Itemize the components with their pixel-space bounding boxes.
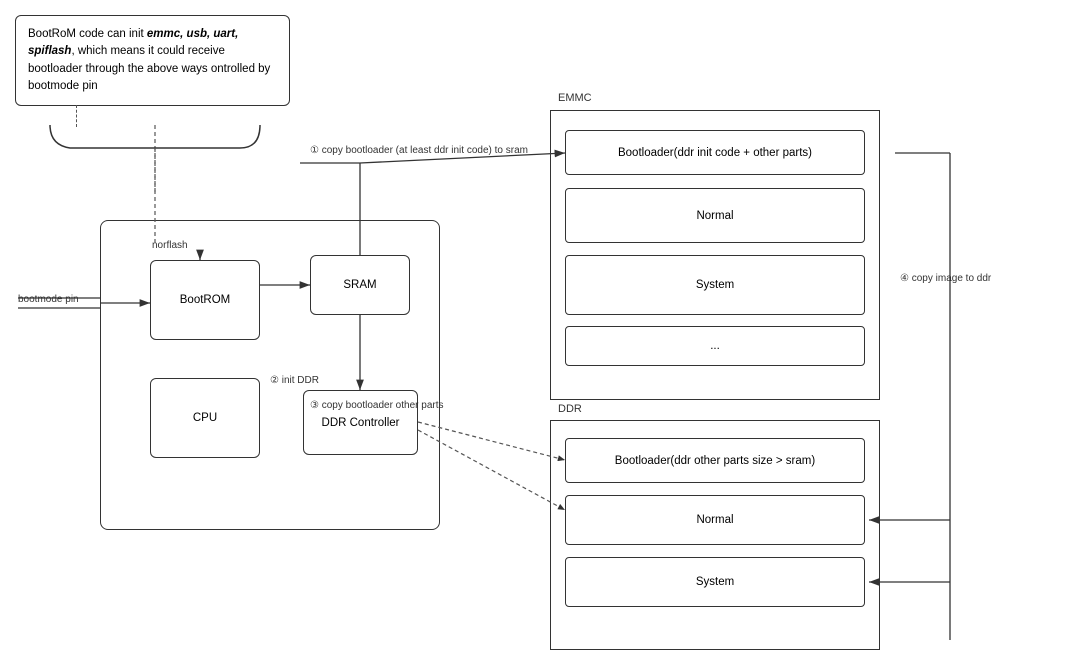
emmc-dots-box: ... [565,326,865,366]
step1-label: ① copy bootloader (at least ddr init cod… [310,145,528,156]
step2-label: ② init DDR [270,375,319,386]
cpu-box: CPU [150,378,260,458]
norflash-label: norflash [152,240,188,251]
bootmode-pin-label: bootmode pin [18,294,79,305]
diagram-container: BootRoM code can init emmc, usb, uart, s… [0,0,1080,668]
callout-box: BootRoM code can init emmc, usb, uart, s… [15,15,290,106]
emmc-bootloader-box: Bootloader(ddr init code + other parts) [565,130,865,175]
ddr-label: DDR [558,403,582,415]
ddr-bootloader-box: Bootloader(ddr other parts size > sram) [565,438,865,483]
copy-ddr-label: ④ copy image to ddr [900,273,991,284]
emmc-system-box: System [565,255,865,315]
bootrom-box: BootROM [150,260,260,340]
ddr-normal-box: Normal [565,495,865,545]
sram-box: SRAM [310,255,410,315]
emmc-label: EMMC [558,92,592,104]
ddr-system-box: System [565,557,865,607]
emmc-normal-box: Normal [565,188,865,243]
step3-label: ③ copy bootloader other parts [310,400,444,411]
